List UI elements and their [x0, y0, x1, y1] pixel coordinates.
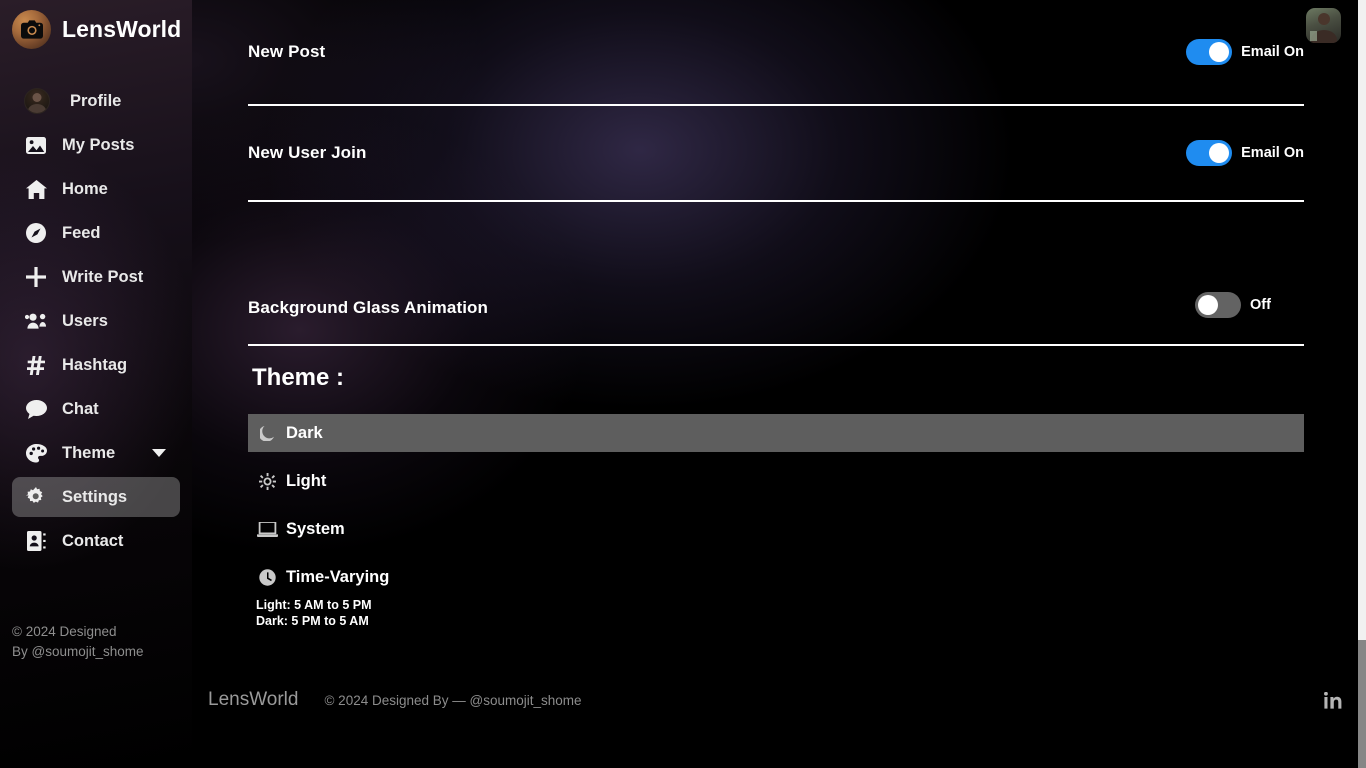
notification-settings-list: New Post Email On New User Join Email On — [248, 0, 1304, 346]
topbar-user-avatar[interactable] — [1306, 8, 1341, 43]
theme-option-dark[interactable]: Dark — [248, 414, 1304, 452]
sidebar-item-label: Settings — [62, 487, 128, 506]
theme-option-label: Time-Varying — [286, 567, 390, 586]
sidebar-copyright-line1: © 2024 Designed — [12, 624, 117, 639]
toggle-state-label: Email On — [1241, 44, 1304, 60]
moon-icon — [256, 423, 278, 443]
image-icon — [24, 134, 48, 156]
setting-row-new-user-join: New User Join Email On — [248, 106, 1304, 202]
sidebar-item-feed[interactable]: Feed — [12, 213, 180, 253]
toggle-state-label: Email On — [1241, 145, 1304, 161]
theme-option-system[interactable]: System — [248, 510, 1304, 548]
avatar-head — [1317, 12, 1330, 25]
theme-option-list: Dark Light System Time-Varying Light: 5 … — [248, 414, 1304, 629]
theme-option-label: Dark — [286, 423, 323, 442]
clock-icon — [256, 567, 278, 587]
footer-copyright: © 2024 Designed By — @soumojit_shome — [324, 692, 582, 708]
sidebar-item-label: Hashtag — [62, 355, 128, 374]
sidebar-item-hashtag[interactable]: Hashtag — [12, 345, 180, 385]
toggle-state-label: Off — [1250, 297, 1271, 313]
compass-icon — [24, 222, 48, 244]
sidebar-item-contact[interactable]: Contact — [12, 521, 180, 561]
time-varying-schedule: Light: 5 AM to 5 PM Dark: 5 PM to 5 AM — [248, 597, 1304, 629]
sidebar-item-theme[interactable]: Theme — [12, 433, 180, 473]
chat-bubble-icon — [24, 398, 48, 420]
theme-option-label: Light — [286, 471, 327, 490]
laptop-icon — [256, 519, 278, 539]
sidebar-nav: Profile My Posts Home Feed Write Post Us… — [0, 81, 192, 561]
sidebar-item-write-post[interactable]: Write Post — [12, 257, 180, 297]
sidebar-copyright: © 2024 Designed By @soumojit_shome — [12, 622, 144, 662]
page-scrollbar-track[interactable] — [1358, 0, 1366, 768]
sidebar-item-label: Feed — [62, 223, 101, 242]
sidebar-item-label: Write Post — [62, 267, 144, 286]
brand-name: LensWorld — [62, 16, 182, 42]
gear-icon — [24, 486, 48, 508]
sidebar-item-label: Contact — [62, 531, 124, 550]
theme-option-time-varying[interactable]: Time-Varying — [248, 558, 1304, 596]
sidebar-item-label: Profile — [70, 91, 122, 110]
sidebar: LensWorld Profile My Posts Home Feed Wri… — [0, 0, 192, 768]
camera-icon — [12, 10, 51, 49]
hashtag-icon — [24, 354, 48, 376]
new-user-join-email-toggle[interactable] — [1186, 140, 1233, 166]
background-glass-animation-toggle[interactable] — [1195, 292, 1241, 318]
sidebar-copyright-line2: By @soumojit_shome — [12, 644, 144, 659]
toggle-knob — [1198, 295, 1218, 315]
toggle-group: Email On — [1186, 39, 1304, 65]
theme-option-light[interactable]: Light — [248, 462, 1304, 500]
sidebar-item-profile[interactable]: Profile — [12, 81, 180, 121]
sidebar-item-label: My Posts — [62, 135, 135, 154]
main-content: New Post Email On New User Join Email On — [192, 0, 1366, 768]
plus-icon — [24, 266, 48, 288]
chevron-down-icon[interactable] — [152, 449, 166, 457]
sidebar-item-settings[interactable]: Settings — [12, 477, 180, 517]
setting-row-new-post: New Post Email On — [248, 0, 1304, 106]
sidebar-item-label: Users — [62, 311, 108, 330]
theme-section: Theme : Dark Light System Time-Varying L… — [248, 364, 1304, 629]
contact-book-icon — [24, 530, 48, 552]
theme-section-title: Theme : — [252, 364, 345, 391]
palette-icon — [24, 442, 48, 464]
avatar-detail — [1310, 31, 1317, 41]
sidebar-item-users[interactable]: Users — [12, 301, 180, 341]
app-root: LensWorld Profile My Posts Home Feed Wri… — [0, 0, 1366, 768]
linkedin-icon[interactable] — [1324, 691, 1342, 709]
time-varying-light-range: Light: 5 AM to 5 PM — [256, 598, 372, 612]
toggle-knob — [1209, 42, 1230, 62]
sun-icon — [256, 471, 278, 491]
new-post-email-toggle[interactable] — [1186, 39, 1233, 65]
toggle-group: Off — [1195, 292, 1304, 318]
user-avatar-icon — [24, 88, 50, 114]
sidebar-item-label: Theme — [62, 443, 116, 462]
setting-label: New Post — [248, 42, 326, 61]
page-footer: LensWorld © 2024 Designed By — @soumojit… — [192, 664, 1366, 736]
users-icon — [24, 310, 48, 332]
sidebar-item-chat[interactable]: Chat — [12, 389, 180, 429]
theme-option-label: System — [286, 519, 345, 538]
page-scrollbar-thumb[interactable] — [1358, 640, 1366, 768]
sidebar-item-label: Home — [62, 179, 108, 198]
setting-label: Background Glass Animation — [248, 298, 489, 317]
setting-label: New User Join — [248, 143, 367, 162]
toggle-knob — [1209, 143, 1230, 163]
sidebar-item-home[interactable]: Home — [12, 169, 180, 209]
sidebar-item-my-posts[interactable]: My Posts — [12, 125, 180, 165]
footer-brand: LensWorld — [208, 689, 299, 710]
home-icon — [24, 178, 48, 200]
brand[interactable]: LensWorld — [0, 0, 192, 52]
time-varying-dark-range: Dark: 5 PM to 5 AM — [256, 614, 369, 628]
setting-row-background-glass-animation: Background Glass Animation Off — [248, 202, 1304, 346]
toggle-group: Email On — [1186, 140, 1304, 166]
sidebar-item-label: Chat — [62, 399, 99, 418]
